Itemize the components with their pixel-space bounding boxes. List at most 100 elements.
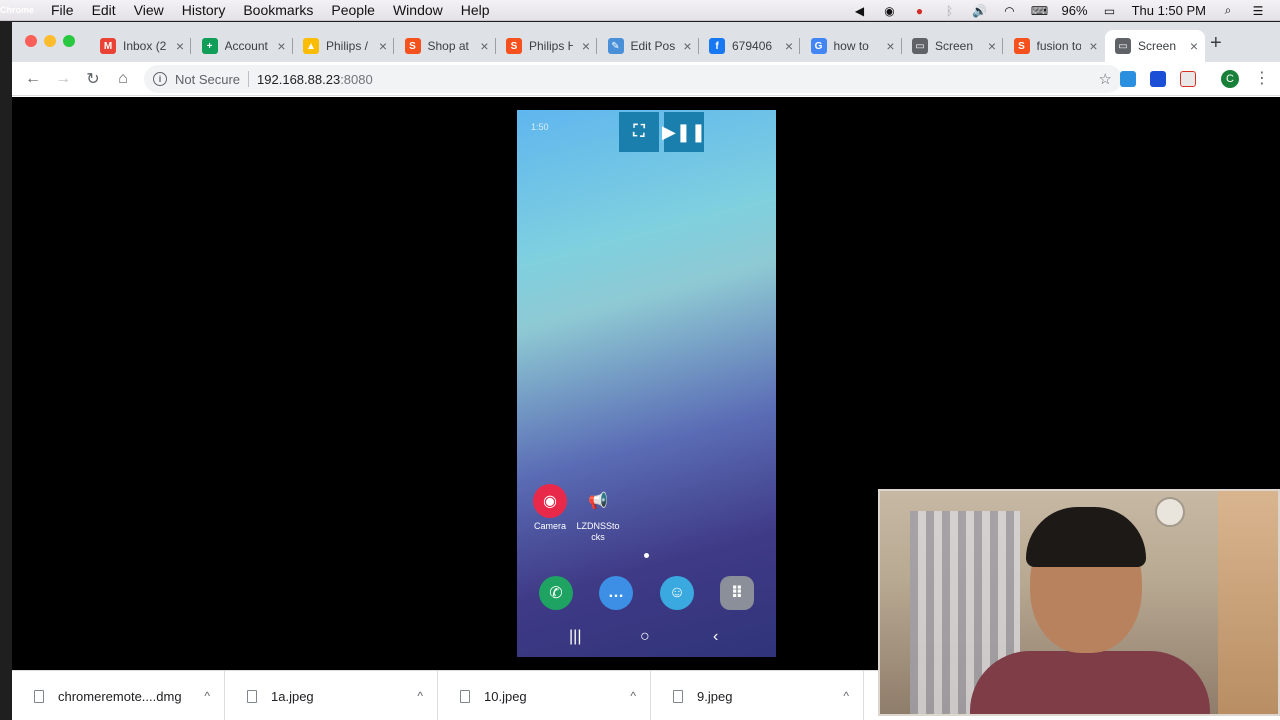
app-lzdnsstocks[interactable]: 📢 LZDNSStocks	[575, 484, 621, 543]
bookmark-star-icon[interactable]: ☆	[1099, 70, 1112, 88]
menu-people[interactable]: People	[331, 2, 375, 18]
shopee-icon: S	[404, 38, 421, 54]
app-camera[interactable]: ◉ Camera	[531, 484, 569, 531]
chevron-up-icon[interactable]: ^	[843, 689, 849, 703]
webcam-overlay	[878, 489, 1280, 716]
back-arrow-icon[interactable]: ←	[22, 68, 44, 90]
menu-edit[interactable]: Edit	[92, 2, 116, 18]
phone-icon[interactable]: ✆	[539, 576, 573, 610]
download-item[interactable]: 10.jpeg ^	[438, 671, 651, 720]
minimize-window-button[interactable]	[44, 35, 56, 47]
menu-app-chrome[interactable]: Chrome	[0, 5, 34, 15]
tab-9[interactable]: ▭ Screen ×	[902, 30, 1003, 62]
extension-blue-icon[interactable]	[1150, 71, 1166, 87]
close-tab-icon[interactable]: ×	[480, 38, 488, 54]
page-indicator-dot	[644, 553, 649, 558]
camera-icon: ◉	[533, 484, 567, 518]
webcam-background-shelf	[1218, 491, 1278, 714]
bluetooth-icon[interactable]: ᛒ	[942, 4, 958, 18]
notification-center-icon[interactable]: ☰	[1250, 4, 1266, 18]
close-tab-icon[interactable]: ×	[176, 38, 184, 54]
tab-title: 679406	[732, 39, 773, 53]
app-label-camera: Camera	[533, 521, 566, 531]
security-indicator[interactable]: Not Secure	[175, 72, 240, 87]
close-tab-icon[interactable]: ×	[379, 38, 387, 54]
messages-icon[interactable]: …	[599, 576, 633, 610]
play-pause-icon[interactable]: ▶❚❚	[662, 112, 706, 152]
app-label-lzdnsstocks: LZDNSStocks	[576, 521, 620, 542]
phone-status-time: 1:50	[531, 122, 549, 132]
waze-icon[interactable]: ☺	[660, 576, 694, 610]
app-drawer-icon[interactable]: ⠿	[720, 576, 754, 610]
zoom-window-button[interactable]	[63, 35, 75, 47]
fullscreen-icon[interactable]: ⛶	[619, 112, 659, 152]
menu-help[interactable]: Help	[461, 2, 490, 18]
download-extension-icon[interactable]	[1120, 71, 1136, 87]
close-tab-icon[interactable]: ×	[683, 38, 691, 54]
recents-nav-icon[interactable]: |||	[569, 628, 581, 646]
tab-8[interactable]: Ghow to ×	[801, 30, 902, 62]
address-bar[interactable]: i Not Secure 192.168.88.23 :8080 ☆	[144, 65, 1122, 93]
home-icon[interactable]: ⌂	[112, 68, 134, 90]
chevron-up-icon[interactable]: ^	[204, 689, 210, 703]
tab-11[interactable]: ▭ Screen ×	[1105, 30, 1205, 62]
drive-icon: ▲	[303, 38, 319, 54]
close-tab-icon[interactable]: ×	[1089, 38, 1097, 54]
menu-window[interactable]: Window	[393, 2, 443, 18]
new-tab-button[interactable]: +	[1210, 32, 1222, 55]
download-item[interactable]: chromeremote....dmg ^	[12, 671, 225, 720]
tab-title: Philips H	[529, 39, 573, 53]
close-tab-icon[interactable]: ×	[785, 38, 793, 54]
menu-bookmarks[interactable]: Bookmarks	[243, 2, 313, 18]
close-tab-icon[interactable]: ×	[1190, 38, 1198, 54]
record-icon[interactable]: ◉	[882, 4, 898, 18]
home-nav-icon[interactable]: ○	[640, 628, 650, 646]
menu-view[interactable]: View	[134, 2, 164, 18]
spotlight-search-icon[interactable]: ⌕	[1220, 3, 1236, 18]
phone-screen-mirror[interactable]: 1:50 ⛶ ▶❚❚ ◉ Camera 📢 LZDNSStocks ✆ … ☺ …	[517, 110, 776, 657]
chrome-menu-icon[interactable]: ⋮	[1254, 68, 1270, 88]
tab-10[interactable]: Sfusion to ×	[1004, 30, 1105, 62]
omnibox-divider	[248, 71, 250, 87]
profile-avatar[interactable]: C	[1221, 70, 1239, 88]
download-item[interactable]: 9.jpeg ^	[651, 671, 864, 720]
back-nav-icon[interactable]: ‹	[713, 628, 718, 646]
tab-6[interactable]: ✎ Edit Pos ×	[598, 30, 699, 62]
megaphone-icon: 📢	[588, 492, 608, 510]
tab-4[interactable]: S Shop at ×	[395, 30, 496, 62]
tab-strip: M Inbox (2 × + Account × ▲ Philips / × S Shop at × S…	[12, 22, 1280, 62]
tab-7[interactable]: f 679406 ×	[699, 30, 800, 62]
close-tab-icon[interactable]: ×	[582, 38, 590, 54]
close-tab-icon[interactable]: ×	[988, 38, 996, 54]
tab-5[interactable]: S Philips H ×	[496, 30, 597, 62]
tab-1[interactable]: M Inbox (2 ×	[90, 30, 191, 62]
site-info-icon[interactable]: i	[153, 72, 167, 86]
cast-extension-icon[interactable]	[1180, 71, 1196, 87]
menu-history[interactable]: History	[182, 2, 226, 18]
close-tab-icon[interactable]: ×	[277, 38, 285, 54]
volume-icon[interactable]: 🔊	[972, 4, 988, 18]
menubar-clock[interactable]: Thu 1:50 PM	[1132, 3, 1206, 18]
menu-file[interactable]: File	[51, 2, 74, 18]
lastpass-icon[interactable]: ●	[912, 4, 928, 18]
location-arrow-icon[interactable]: ◀	[852, 4, 868, 18]
mac-menu-bar: Chrome File Edit View History Bookmarks …	[0, 0, 1280, 21]
url-port: :8080	[340, 71, 373, 87]
tab-2[interactable]: + Account ×	[192, 30, 293, 62]
input-source-icon[interactable]: ⌨	[1031, 4, 1048, 18]
cast-icon: ▭	[1115, 38, 1131, 54]
tab-3[interactable]: ▲ Philips / ×	[293, 30, 394, 62]
chevron-up-icon[interactable]: ^	[630, 689, 636, 703]
battery-percent: 96%	[1061, 3, 1088, 18]
battery-icon[interactable]: ▭	[1102, 4, 1118, 18]
reload-icon[interactable]: ↻	[82, 68, 104, 90]
tab-title: Account	[224, 39, 268, 53]
forward-arrow-icon[interactable]: →	[52, 68, 74, 90]
tab-title: Screen	[1138, 39, 1177, 53]
chevron-up-icon[interactable]: ^	[417, 689, 423, 703]
wifi-icon[interactable]: ◠	[1002, 4, 1018, 18]
close-window-button[interactable]	[25, 35, 37, 47]
close-tab-icon[interactable]: ×	[886, 38, 894, 54]
download-item[interactable]: 1a.jpeg ^	[225, 671, 438, 720]
facebook-icon: f	[709, 38, 725, 54]
